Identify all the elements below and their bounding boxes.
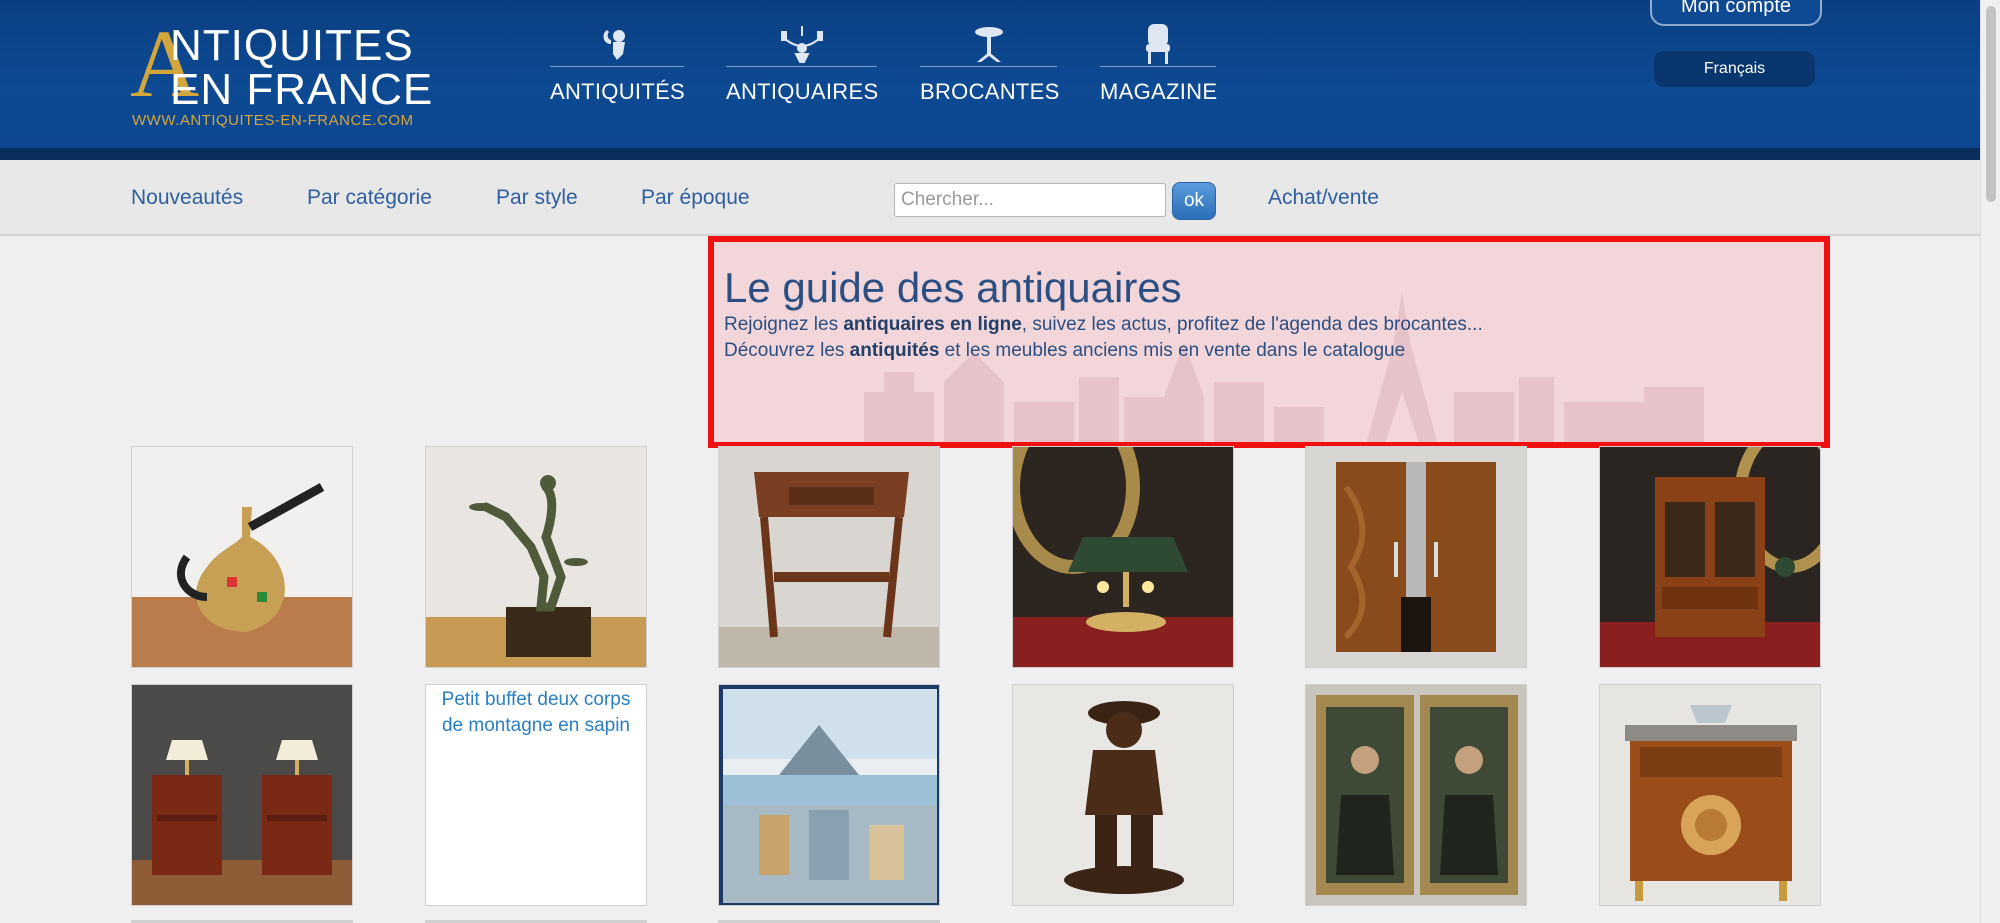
guide-text: Rejoignez les: [724, 314, 844, 335]
pair-portraits-image: [1306, 685, 1526, 905]
guide-text-line2: Découvrez les antiquités et les meubles …: [724, 340, 1405, 362]
guide-link-antiquaires[interactable]: antiquaires en ligne: [843, 314, 1021, 335]
site-logo[interactable]: A NTIQUITES EN FRANCE WWW.ANTIQUITES-EN-…: [130, 16, 450, 132]
armchair-icon: [1100, 22, 1216, 67]
guide-text: Découvrez les: [724, 340, 850, 361]
product-tile[interactable]: [1012, 684, 1234, 906]
product-tile[interactable]: [718, 684, 940, 906]
main-nav-antiquaires[interactable]: ANTIQUAIRES: [726, 22, 879, 105]
product-tile[interactable]: [1599, 446, 1821, 668]
main-nav-magazine[interactable]: MAGAZINE: [1100, 22, 1218, 105]
main-nav-label: ANTIQUITÉS: [550, 79, 686, 104]
main-nav-label: ANTIQUAIRES: [726, 79, 879, 104]
bouillotte-lamp-image: [1013, 447, 1233, 667]
watercolor-city-image: [719, 685, 939, 905]
sub-nav-par-categorie[interactable]: Par catégorie: [307, 186, 432, 210]
main-nav-label: MAGAZINE: [1100, 79, 1218, 104]
vitrine-cabinet-image: [1600, 447, 1820, 667]
bronze-dancer-statue-image: [426, 447, 646, 667]
ceramic-pitcher-image: [132, 447, 352, 667]
sub-nav-par-style[interactable]: Par style: [496, 186, 578, 210]
sub-nav-nouveautes[interactable]: Nouveautés: [131, 186, 243, 210]
search-input[interactable]: [894, 183, 1166, 217]
sub-nav-achat-vente[interactable]: Achat/vente: [1268, 186, 1379, 210]
product-tile[interactable]: [718, 446, 940, 668]
bronze-figure-image: [1013, 685, 1233, 905]
marquetry-commode-image: [1600, 685, 1820, 905]
product-tile[interactable]: [131, 684, 353, 906]
sub-nav-par-epoque[interactable]: Par époque: [641, 186, 750, 210]
guide-text-line1: Rejoignez les antiquaires en ligne, suiv…: [724, 314, 1483, 336]
guide-text: , suivez les actus, profitez de l'agenda…: [1021, 314, 1483, 335]
logo-url: WWW.ANTIQUITES-EN-FRANCE.COM: [132, 112, 414, 129]
main-nav-label: BROCANTES: [920, 79, 1060, 104]
account-button[interactable]: Mon compte: [1650, 0, 1822, 26]
side-table-image: [719, 447, 939, 667]
logo-line2: EN FRANCE: [170, 65, 434, 114]
product-tile[interactable]: [425, 446, 647, 668]
sub-navigation: Nouveautés Par catégorie Par style Par é…: [0, 160, 1980, 236]
guide-text: et les meubles anciens mis en vente dans…: [939, 340, 1406, 361]
site-header: A NTIQUITES EN FRANCE WWW.ANTIQUITES-EN-…: [0, 0, 1980, 160]
guide-title: Le guide des antiquaires: [724, 264, 1182, 311]
main-nav-brocantes[interactable]: BROCANTES: [920, 22, 1060, 105]
product-tile[interactable]: [1305, 446, 1527, 668]
product-tile[interactable]: [1599, 684, 1821, 906]
main-nav-antiquites[interactable]: ANTIQUITÉS: [550, 22, 686, 105]
product-tile[interactable]: [131, 446, 353, 668]
product-tile[interactable]: Petit buffet deux corps de montagne en s…: [425, 684, 647, 906]
pair-nightstands-image: [132, 685, 352, 905]
product-tile[interactable]: [1305, 684, 1527, 906]
product-tile[interactable]: [1012, 446, 1234, 668]
cherub-icon: [550, 22, 684, 67]
art-deco-cabinet-image: [1306, 447, 1526, 667]
page-scrollbar[interactable]: [1980, 0, 2000, 923]
chandelier-icon: [726, 22, 877, 67]
pedestal-table-icon: [920, 22, 1057, 67]
guide-link-antiquites[interactable]: antiquités: [850, 340, 940, 361]
logo-line1: NTIQUITES: [170, 21, 414, 70]
search-ok-button[interactable]: ok: [1172, 182, 1216, 220]
language-button[interactable]: Français: [1654, 51, 1815, 87]
scrollbar-thumb[interactable]: [1986, 6, 1996, 202]
broken-image: Petit buffet deux corps de montagne en s…: [441, 689, 631, 736]
guide-banner: Le guide des antiquaires Rejoignez les a…: [708, 236, 1830, 448]
